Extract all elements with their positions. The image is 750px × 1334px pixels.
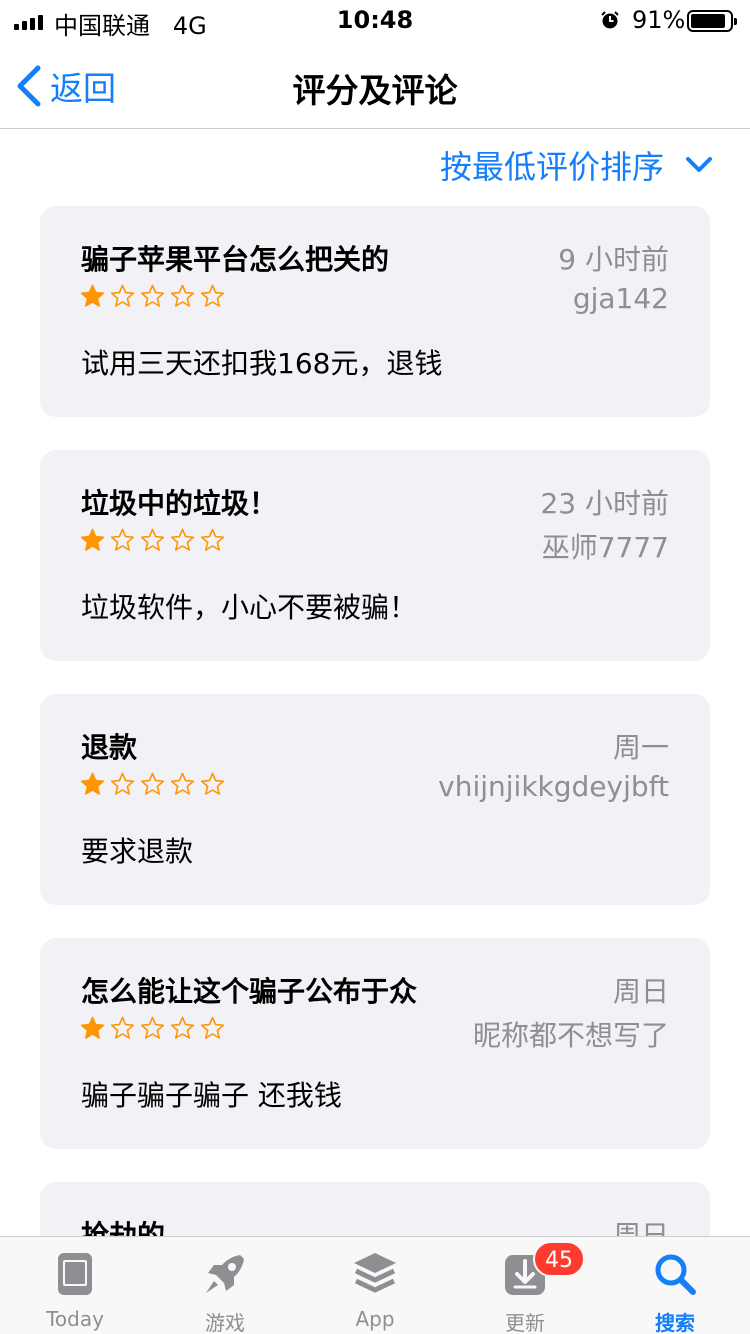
review-body: 骗子骗子骗子 还我钱 [81, 1079, 342, 1112]
star-rating [80, 1016, 225, 1041]
star-rating [80, 772, 225, 797]
today-icon [58, 1253, 92, 1295]
battery-icon [687, 10, 737, 32]
star-empty-icon [110, 1016, 135, 1039]
star-empty-icon [170, 772, 195, 795]
sort-label: 按最低评价排序 [439, 148, 664, 186]
chevron-down-icon [686, 157, 712, 172]
tab-label: 搜索 [655, 1311, 695, 1334]
review-author: gja142 [572, 282, 669, 315]
review-author: vhijnjikkgdeyjbft [438, 770, 669, 803]
tab-today[interactable]: Today [0, 1237, 150, 1334]
star-empty-icon [110, 528, 135, 551]
sort-selector[interactable]: 按最低评价排序 [440, 142, 714, 188]
review-card[interactable]: 怎么能让这个骗子公布于众 周日 昵称都不想写了 骗子骗子骗子 还我钱 [40, 938, 710, 1149]
status-bar: 中国联通 4G 10:48 91% [0, 0, 750, 40]
star-empty-icon [110, 772, 135, 795]
battery-percent: 91% [632, 6, 686, 34]
tab-search[interactable]: 搜索 [600, 1237, 750, 1334]
review-date: 周日 [612, 975, 669, 1008]
review-title: 退款 [81, 731, 138, 764]
search-icon [655, 1254, 696, 1295]
star-empty-icon [200, 1016, 225, 1039]
star-empty-icon [200, 528, 225, 551]
star-empty-icon [110, 284, 135, 307]
tab-label: 更新 [505, 1311, 545, 1334]
alarm-icon [601, 11, 619, 29]
star-filled-icon [80, 284, 105, 307]
star-filled-icon [80, 1016, 105, 1039]
review-body: 要求退款 [81, 835, 194, 868]
navigation-bar: 返回 评分及评论 [0, 40, 750, 129]
tab-label: Today [46, 1307, 104, 1331]
star-empty-icon [200, 284, 225, 307]
review-body: 垃圾软件，小心不要被骗！ [81, 591, 418, 624]
layers-icon [354, 1253, 396, 1293]
star-empty-icon [170, 284, 195, 307]
review-card[interactable]: 垃圾中的垃圾！ 23 小时前 巫师7777 垃圾软件，小心不要被骗！ [40, 450, 710, 661]
review-author: 巫师7777 [541, 531, 669, 564]
star-empty-icon [170, 1016, 195, 1039]
star-rating [80, 528, 225, 553]
tab-label: App [355, 1307, 395, 1331]
rocket-icon [206, 1255, 244, 1293]
star-empty-icon [140, 284, 165, 307]
star-empty-icon [140, 1016, 165, 1039]
review-date: 23 小时前 [540, 487, 669, 520]
star-empty-icon [200, 772, 225, 795]
star-filled-icon [80, 772, 105, 795]
review-date: 9 小时前 [558, 243, 669, 276]
updates-badge: 45 [533, 1241, 585, 1277]
tab-app[interactable]: App [300, 1237, 450, 1334]
tab-updates[interactable]: 45 更新 [450, 1237, 600, 1334]
star-empty-icon [140, 772, 165, 795]
review-title: 骗子苹果平台怎么把关的 [81, 243, 390, 276]
review-title: 怎么能让这个骗子公布于众 [81, 975, 418, 1008]
review-body: 试用三天还扣我168元，退钱 [81, 347, 443, 380]
star-empty-icon [170, 528, 195, 551]
page-title: 评分及评论 [292, 71, 458, 110]
review-card[interactable]: 退款 周一 vhijnjikkgdeyjbft 要求退款 [40, 694, 710, 905]
review-card[interactable]: 骗子苹果平台怎么把关的 9 小时前 gja142 试用三天还扣我168元，退钱 [40, 206, 710, 417]
tab-label: 游戏 [205, 1311, 245, 1334]
tab-games[interactable]: 游戏 [150, 1237, 300, 1334]
star-rating [80, 284, 225, 309]
star-filled-icon [80, 528, 105, 551]
tab-bar: Today 游戏 App 45 更新 搜索 [0, 1236, 750, 1334]
review-title: 垃圾中的垃圾！ [81, 487, 278, 520]
review-author: 昵称都不想写了 [472, 1019, 669, 1052]
star-empty-icon [140, 528, 165, 551]
review-date: 周一 [612, 731, 669, 764]
